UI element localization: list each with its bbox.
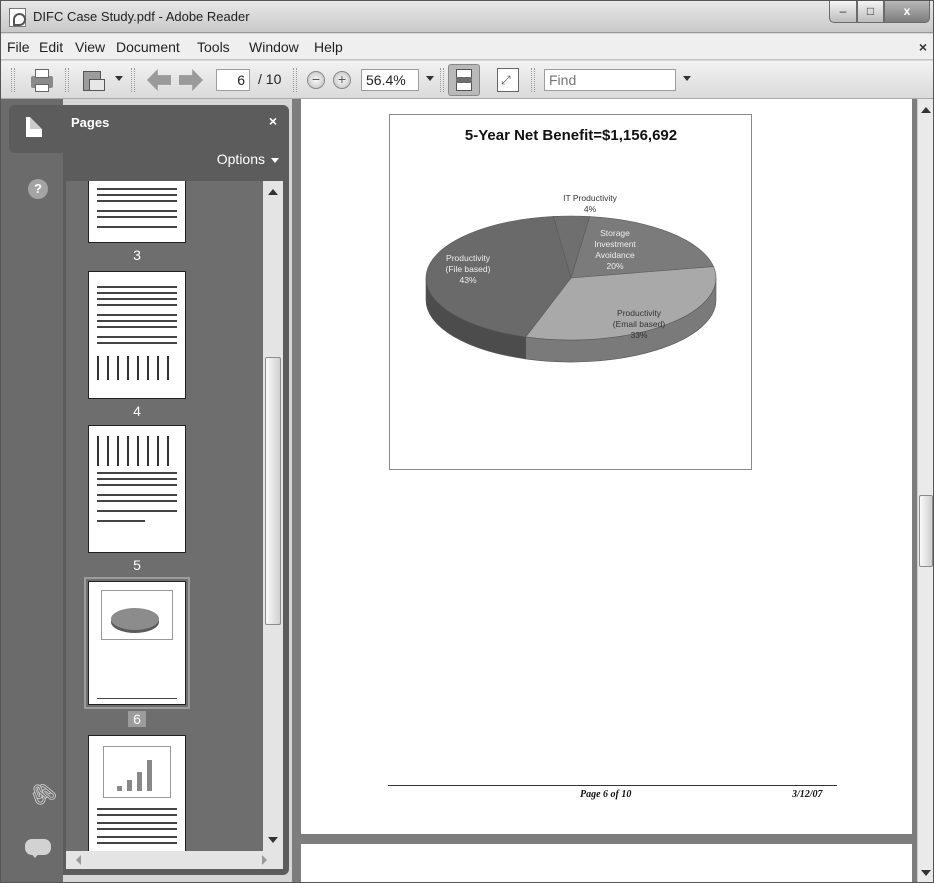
pages-icon [26, 117, 42, 137]
menu-file[interactable]: File [7, 39, 30, 55]
zoom-in-icon[interactable]: + [333, 71, 351, 89]
pie-slice-label: Avoidance [595, 250, 635, 260]
pages-panel: Pages × Options 3 4 5 6 [63, 105, 289, 875]
pie-slice-value-label: 4% [584, 204, 597, 214]
footer-rule [388, 785, 837, 786]
title-bar[interactable]: DIFC Case Study.pdf - Adobe Reader – □ x [1, 1, 933, 33]
toolbar-grip[interactable] [11, 68, 15, 92]
page-thumbnail-label-selected: 6 [88, 711, 186, 727]
zoom-input[interactable] [361, 69, 419, 91]
toolbar-grip[interactable] [293, 68, 297, 92]
pdf-page: 5-Year Net Benefit=$1,156,692 IT Product… [301, 99, 912, 834]
pie-slice-label: Investment [594, 239, 636, 249]
close-window-button[interactable]: x [884, 1, 930, 23]
menu-view[interactable]: View [75, 39, 105, 55]
adobe-reader-app-icon [9, 8, 26, 27]
forward-arrow-icon[interactable] [179, 69, 203, 91]
page-thumbnail-5[interactable] [88, 425, 186, 553]
minimize-button[interactable]: – [829, 1, 857, 23]
close-document-button[interactable]: × [919, 39, 927, 55]
maximize-button[interactable]: □ [857, 1, 884, 23]
toolbar-grip[interactable] [65, 68, 69, 92]
pages-options-menu[interactable]: Options [217, 151, 279, 167]
document-vertical-scrollbar[interactable] [917, 99, 933, 882]
pie-slice-value-label: 20% [606, 261, 623, 271]
scroll-down-arrow-icon[interactable] [921, 870, 931, 876]
scrollbar-thumb[interactable] [919, 495, 933, 567]
page-number-input[interactable] [216, 69, 250, 91]
page-thumbnails-list: 3 4 5 6 [66, 181, 264, 867]
pie-slice-label: Storage [600, 228, 630, 238]
find-dropdown-caret-icon[interactable] [683, 76, 691, 81]
zoom-dropdown-caret-icon[interactable] [426, 76, 434, 81]
pages-panel-close-button[interactable]: × [269, 113, 277, 129]
fit-page-icon[interactable] [448, 64, 480, 96]
menu-window[interactable]: Window [249, 39, 299, 55]
find-input[interactable] [544, 69, 676, 91]
scroll-up-arrow-icon[interactable] [921, 107, 931, 113]
pie-slice-value-label: 33% [630, 330, 647, 340]
menu-tools[interactable]: Tools [197, 39, 230, 55]
toolbar-grip[interactable] [131, 68, 135, 92]
pages-tab[interactable] [9, 105, 65, 153]
pdf-page-next [301, 844, 912, 882]
footer-page-number: Page 6 of 10 [580, 789, 632, 800]
page-thumbnail-6[interactable] [84, 577, 190, 709]
save-dropdown-caret-icon[interactable] [115, 76, 123, 81]
pages-panel-title: Pages [71, 115, 110, 130]
menu-bar: File Edit View Document Tools Window Hel… [1, 34, 933, 60]
menu-help[interactable]: Help [314, 39, 343, 55]
save-icon[interactable] [81, 67, 107, 93]
navigation-sidebar [1, 99, 63, 882]
thumbnails-vertical-scrollbar[interactable] [263, 181, 283, 851]
pie-slice-label: (Email based) [613, 319, 666, 329]
scrollbar-thumb[interactable] [265, 357, 281, 625]
scroll-down-arrow-icon[interactable] [268, 837, 278, 843]
scroll-left-arrow-icon[interactable] [76, 855, 81, 865]
pie-slice-label: IT Productivity [563, 193, 617, 203]
pie-slice-value-label: 43% [459, 275, 476, 285]
page-thumbnail-label: 4 [133, 403, 141, 419]
footer-date: 3/12/07 [792, 789, 823, 800]
zoom-out-icon[interactable]: − [307, 71, 325, 89]
thumbnails-horizontal-scrollbar[interactable] [66, 851, 283, 869]
pie-chart: 5-Year Net Benefit=$1,156,692 IT Product… [389, 114, 752, 470]
page-thumbnail-7[interactable] [88, 735, 186, 867]
page-thumbnail-label: 3 [133, 247, 141, 263]
pie-slice-label: (File based) [446, 264, 491, 274]
page-total-label: / 10 [258, 71, 282, 87]
toolbar-grip[interactable] [440, 68, 444, 92]
document-view[interactable]: 5-Year Net Benefit=$1,156,692 IT Product… [292, 99, 917, 882]
window-title: DIFC Case Study.pdf - Adobe Reader [33, 9, 250, 24]
menu-edit[interactable]: Edit [39, 39, 63, 55]
fit-width-icon[interactable]: ⤢ [497, 68, 519, 92]
toolbar-grip[interactable] [531, 68, 535, 92]
menu-document[interactable]: Document [116, 39, 180, 55]
print-icon[interactable] [29, 67, 55, 93]
back-arrow-icon[interactable] [147, 69, 171, 91]
page-thumbnail-label: 5 [133, 557, 141, 573]
pie-slices [425, 215, 717, 363]
help-icon[interactable]: ? [28, 179, 48, 199]
toolbar: / 10 − + ⤢ [1, 61, 933, 99]
pie-slice-label: Productivity [617, 308, 662, 318]
scroll-up-arrow-icon[interactable] [268, 189, 278, 195]
page-thumbnail-3[interactable] [88, 181, 186, 243]
scroll-right-arrow-icon[interactable] [262, 855, 267, 865]
pie-chart-svg: 5-Year Net Benefit=$1,156,692 IT Product… [425, 127, 717, 363]
chart-title: 5-Year Net Benefit=$1,156,692 [465, 127, 677, 144]
page-thumbnail-4[interactable] [88, 271, 186, 399]
pie-slice-label: Productivity [446, 253, 491, 263]
comment-icon[interactable] [25, 839, 51, 858]
adobe-reader-window: DIFC Case Study.pdf - Adobe Reader – □ x… [0, 0, 934, 883]
